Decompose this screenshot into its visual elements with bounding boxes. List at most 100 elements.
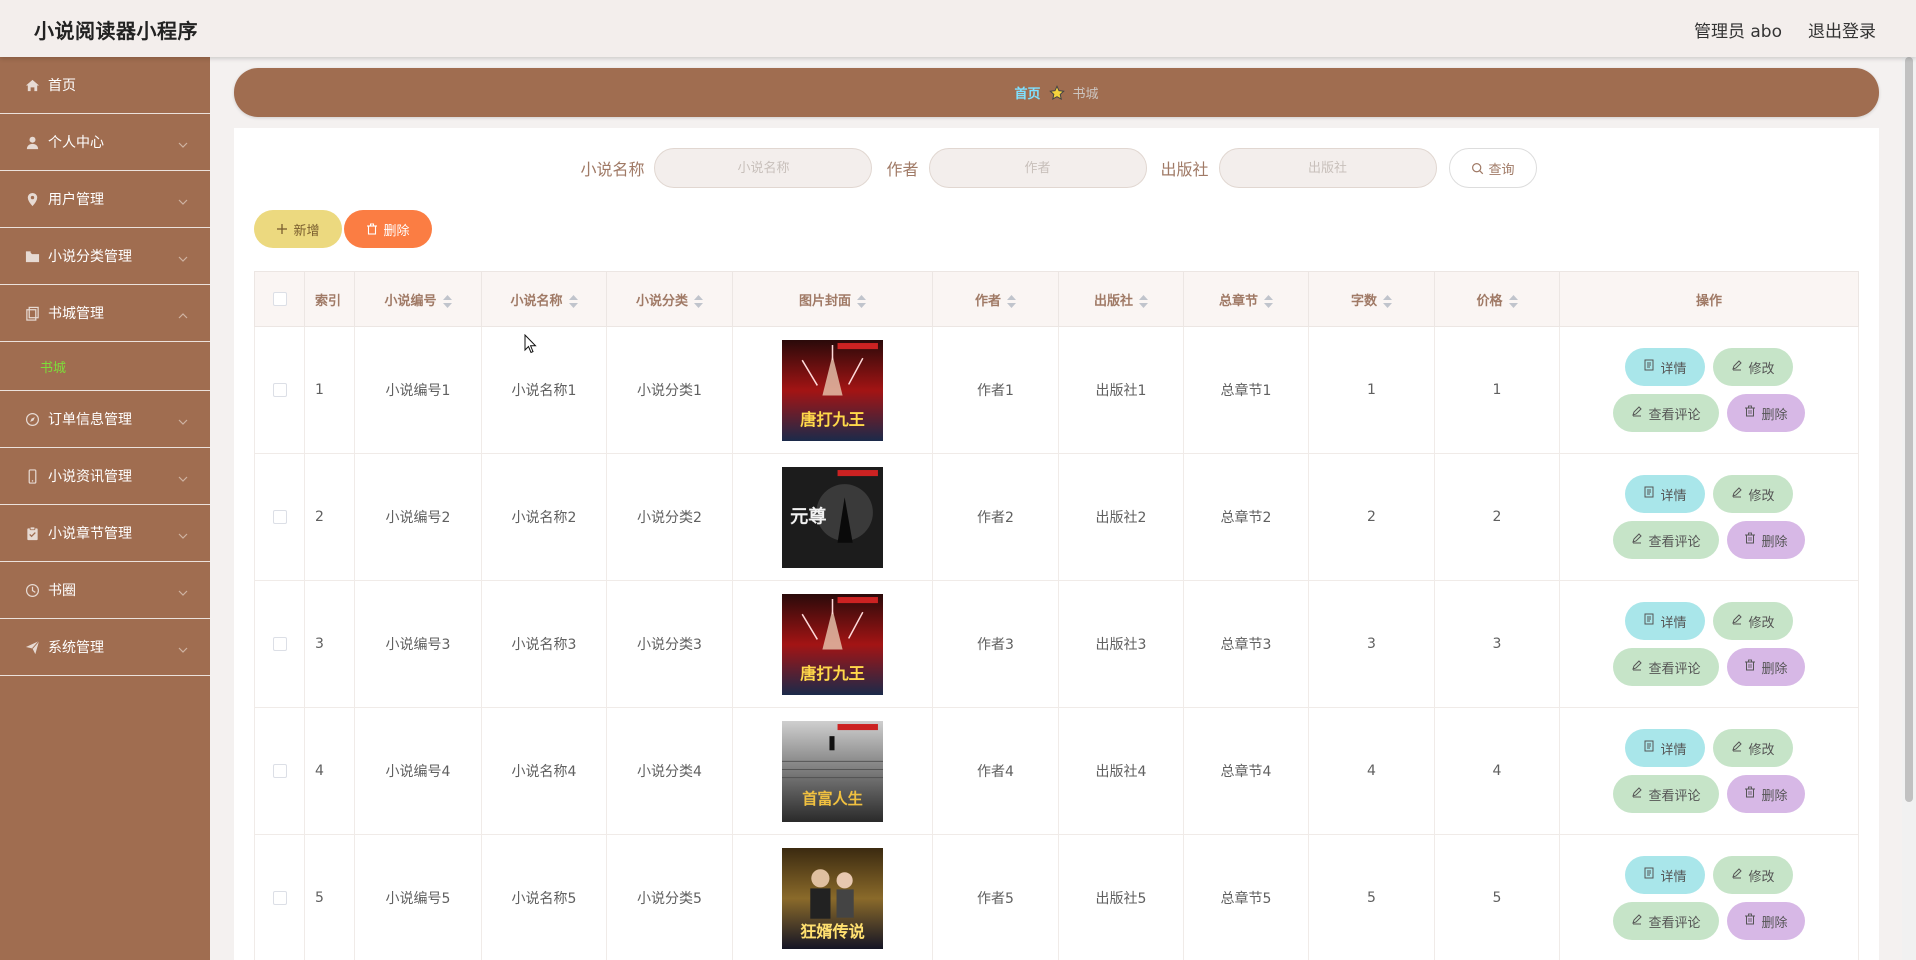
query-button[interactable]: 查询 (1448, 148, 1537, 188)
view-reviews-button[interactable]: 查看评论 (1613, 521, 1719, 559)
detail-button[interactable]: 详情 (1625, 856, 1705, 894)
cell-price: 5 (1434, 834, 1560, 960)
sidebar-subitem-bookstore[interactable]: 书城 (0, 342, 210, 391)
add-button[interactable]: 新增 (254, 210, 342, 248)
detail-button[interactable]: 详情 (1625, 602, 1705, 640)
table-row: 5 小说编号5 小说名称5 小说分类5 狂婿传说 作者5 出版社5 总章节5 5 5 详情 修改 查看评… (254, 834, 1859, 960)
page-scrollbar[interactable] (1902, 57, 1916, 960)
delete-button[interactable]: 删除 (1727, 521, 1805, 559)
sort-icon[interactable] (1007, 294, 1016, 308)
view-reviews-button[interactable]: 查看评论 (1613, 648, 1719, 686)
book-cover-image[interactable]: 元尊 (782, 466, 883, 568)
sidebar-item-3[interactable]: 小说分类管理 (0, 228, 210, 285)
sidebar-item-label: 小说分类管理 (48, 249, 132, 265)
header-price[interactable]: 价格 (1434, 271, 1560, 327)
trash-icon (1744, 786, 1756, 802)
row-select-cell (254, 834, 305, 960)
book-cover-image[interactable]: 唐打九王 (782, 593, 883, 695)
author-label: 作者 (886, 160, 919, 179)
row-checkbox[interactable] (272, 764, 287, 778)
plus-icon (277, 224, 288, 234)
sidebar-item-5[interactable]: 订单信息管理 (0, 391, 210, 448)
sidebar-item-0[interactable]: 首页 (0, 57, 210, 114)
book-cover-image[interactable]: 首富人生 (782, 720, 883, 822)
delete-button[interactable]: 删除 (1727, 394, 1805, 432)
delete-button[interactable]: 删除 (1727, 775, 1805, 813)
cell-author: 作者2 (932, 453, 1059, 581)
cell-publisher: 出版社3 (1058, 580, 1184, 708)
table-row: 2 小说编号2 小说名称2 小说分类2 元尊 作者2 出版社2 总章节2 2 2 详情 修改 查看评论删… (254, 453, 1859, 581)
sidebar-item-9[interactable]: 系统管理 (0, 619, 210, 676)
sort-icon[interactable] (1139, 294, 1148, 308)
scrollbar-thumb[interactable] (1905, 57, 1913, 802)
sort-icon[interactable] (694, 294, 703, 308)
row-checkbox[interactable] (272, 383, 287, 397)
row-checkbox[interactable] (272, 637, 287, 651)
novel-name-input[interactable] (654, 148, 873, 188)
sort-icon[interactable] (568, 294, 578, 308)
document-icon (1643, 359, 1655, 375)
row-select-cell (254, 453, 305, 581)
logout-button[interactable]: 退出登录 (1808, 17, 1876, 42)
sort-icon[interactable] (1383, 294, 1392, 308)
book-cover-image[interactable]: 唐打九王 (782, 339, 883, 441)
sort-icon[interactable] (1264, 294, 1273, 308)
sort-icon[interactable] (1508, 294, 1518, 308)
row-checkbox[interactable] (272, 891, 287, 905)
sidebar-item-label: 订单信息管理 (48, 412, 132, 428)
view-reviews-button[interactable]: 查看评论 (1613, 394, 1719, 432)
detail-button[interactable]: 详情 (1625, 475, 1705, 513)
sidebar-item-1[interactable]: 个人中心 (0, 114, 210, 171)
sidebar-item-6[interactable]: 小说资讯管理 (0, 448, 210, 505)
breadcrumb-home[interactable]: 首页 (1014, 83, 1040, 102)
sidebar-item-4[interactable]: 书城管理 (0, 285, 210, 342)
cell-code: 小说编号5 (354, 834, 482, 960)
book-cover-image[interactable]: 狂婿传说 (782, 847, 883, 949)
chevron-down-icon (178, 586, 188, 596)
table-row: 3 小说编号3 小说名称3 小说分类3 唐打九王 作者3 出版社3 总章节3 3 3 详情 修改 查看评… (254, 580, 1859, 708)
detail-button[interactable]: 详情 (1625, 348, 1705, 386)
edit-button[interactable]: 修改 (1713, 348, 1793, 386)
author-input[interactable] (928, 148, 1147, 188)
cell-ops: 详情 修改查看评论 删除 (1559, 834, 1859, 960)
cell-words: 3 (1308, 580, 1435, 708)
header-words[interactable]: 字数 (1308, 271, 1435, 327)
cell-cover: 唐打九王 (732, 580, 933, 708)
edit-button[interactable]: 修改 (1713, 856, 1793, 894)
select-all-checkbox[interactable] (272, 292, 287, 306)
sort-icon[interactable] (857, 294, 866, 308)
header-author[interactable]: 作者 (932, 271, 1059, 327)
delete-button[interactable]: 删除 (1727, 902, 1805, 940)
view-reviews-button[interactable]: 查看评论 (1613, 775, 1719, 813)
sidebar-item-2[interactable]: 用户管理 (0, 171, 210, 228)
row-checkbox[interactable] (272, 510, 287, 524)
detail-button[interactable]: 详情 (1625, 729, 1705, 767)
sort-icon[interactable] (442, 294, 452, 308)
header-code[interactable]: 小说编号 (354, 271, 482, 327)
cover-title: 唐打九王 (800, 409, 865, 428)
edit-button[interactable]: 修改 (1713, 729, 1793, 767)
search-bar: 小说名称 作者 出版社 查询 (234, 148, 1879, 188)
sidebar-item-8[interactable]: 书圈 (0, 562, 210, 619)
header-name[interactable]: 小说名称 (481, 271, 607, 327)
sidebar-item-7[interactable]: 小说章节管理 (0, 505, 210, 562)
view-reviews-button[interactable]: 查看评论 (1613, 902, 1719, 940)
header-cover[interactable]: 图片封面 (732, 271, 933, 327)
edit-icon (1731, 486, 1743, 502)
cell-publisher: 出版社2 (1058, 453, 1184, 581)
header-chapters[interactable]: 总章节 (1183, 271, 1309, 327)
cell-words: 5 (1308, 834, 1435, 960)
edit-button[interactable]: 修改 (1713, 475, 1793, 513)
edit-icon (1631, 913, 1643, 929)
header-publisher[interactable]: 出版社 (1058, 271, 1184, 327)
sidebar-item-label: 小说章节管理 (48, 526, 132, 542)
header-category[interactable]: 小说分类 (606, 271, 733, 327)
cover-title: 元尊 (790, 505, 826, 527)
row-select-cell (254, 326, 305, 454)
edit-button[interactable]: 修改 (1713, 602, 1793, 640)
publisher-input[interactable] (1218, 148, 1437, 188)
user-label[interactable]: 管理员 abo (1694, 17, 1782, 42)
delete-button[interactable]: 删除 (1727, 648, 1805, 686)
batch-delete-button[interactable]: 删除 (344, 210, 432, 248)
row-select-cell (254, 580, 305, 708)
